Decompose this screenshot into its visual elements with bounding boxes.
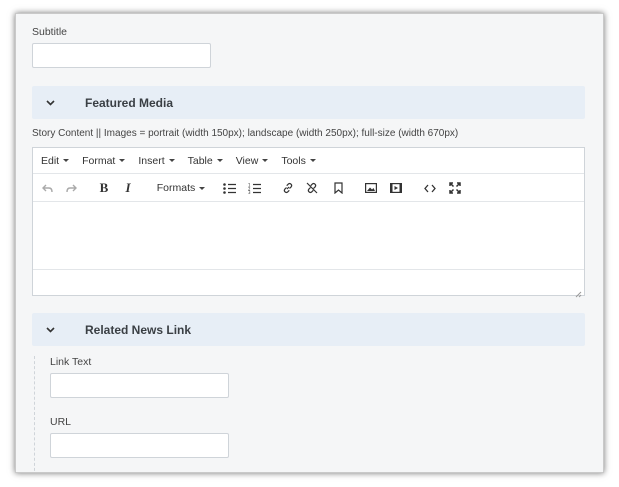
menu-view[interactable]: View (236, 155, 269, 167)
url-label: URL (50, 416, 72, 428)
caret-down-icon (309, 159, 316, 162)
link-text-input[interactable] (50, 373, 229, 398)
fullscreen-icon[interactable] (448, 180, 462, 196)
menu-tools-label: Tools (281, 154, 306, 167)
chevron-down-icon (43, 96, 57, 110)
formats-label: Formats (156, 182, 196, 194)
caret-down-icon (216, 159, 223, 162)
media-icon[interactable] (389, 180, 403, 196)
menu-table[interactable]: Table (188, 155, 223, 167)
undo-icon[interactable] (40, 180, 54, 196)
related-news-link-title: Related News Link (85, 322, 192, 337)
editor-content-area[interactable] (33, 202, 584, 270)
formats-dropdown[interactable]: Formats (156, 180, 206, 196)
form-window: Subtitle Featured Media Story Content ||… (15, 13, 604, 473)
menu-format[interactable]: Format (82, 154, 126, 167)
unlink-icon[interactable] (305, 180, 319, 196)
menu-view-label: View (235, 154, 259, 167)
featured-media-header[interactable]: Featured Media (32, 86, 585, 119)
menu-format-label: Format (82, 154, 116, 167)
redo-icon[interactable] (64, 180, 78, 196)
subtitle-input[interactable] (32, 43, 211, 68)
menu-edit-label: Edit (41, 154, 60, 167)
rich-text-editor: Edit Format Insert Table View Tools B I … (32, 147, 585, 298)
bold-button[interactable]: B (97, 180, 111, 196)
editor-toolbar: B I Formats 123 (33, 174, 584, 202)
italic-button[interactable]: I (121, 180, 135, 196)
editor-statusbar (33, 270, 584, 298)
menu-insert[interactable]: Insert (138, 154, 175, 167)
subtitle-label: Subtitle (32, 26, 68, 38)
related-news-link-header[interactable]: Related News Link (32, 313, 585, 346)
editor-menubar: Edit Format Insert Table View Tools (33, 148, 584, 174)
menu-tools[interactable]: Tools (281, 155, 316, 167)
story-content-label: Story Content || Images = portrait (widt… (32, 128, 459, 139)
form-panel: Subtitle Featured Media Story Content ||… (16, 14, 603, 472)
caret-down-icon (119, 159, 126, 162)
numbered-list-icon[interactable]: 123 (247, 180, 261, 196)
image-icon[interactable] (364, 180, 378, 196)
svg-text:3: 3 (248, 190, 251, 194)
url-input[interactable] (50, 433, 229, 458)
link-icon[interactable] (281, 180, 295, 196)
caret-down-icon (199, 186, 206, 190)
featured-media-title: Featured Media (85, 95, 174, 110)
caret-down-icon (63, 159, 70, 162)
menu-edit[interactable]: Edit (41, 154, 70, 167)
section-indent-guide (34, 356, 35, 472)
bookmark-icon[interactable] (331, 180, 345, 196)
caret-down-icon (168, 159, 175, 162)
bullet-list-icon[interactable] (222, 180, 236, 196)
code-icon[interactable] (423, 180, 437, 196)
caret-down-icon (262, 159, 269, 162)
resize-handle-icon[interactable] (575, 285, 582, 298)
menu-insert-label: Insert (138, 154, 165, 167)
chevron-down-icon (43, 323, 57, 337)
menu-table-label: Table (187, 154, 213, 167)
link-text-label: Link Text (50, 356, 92, 368)
